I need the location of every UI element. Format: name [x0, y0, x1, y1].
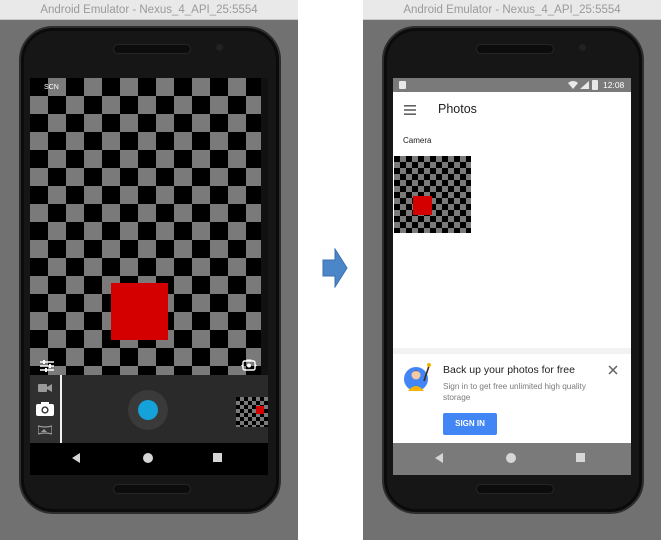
menu-hamburger-icon[interactable] — [404, 105, 416, 115]
scene-mode-label[interactable]: SCN — [44, 84, 59, 91]
backup-title: Back up your photos for free — [443, 364, 575, 376]
shutter-button[interactable] — [128, 390, 168, 430]
video-camera-icon[interactable] — [38, 383, 52, 393]
speaker-grille-bottom — [476, 484, 554, 494]
window-title: Android Emulator - Nexus_4_API_25:5554 — [0, 0, 298, 20]
camera-control-bar — [30, 375, 268, 443]
speaker-grille-bottom — [113, 484, 191, 494]
page-title: Photos — [438, 102, 477, 116]
home-icon[interactable] — [506, 453, 516, 463]
backup-description: Sign in to get free unlimited high quali… — [443, 382, 586, 402]
viewfinder-edge — [261, 78, 268, 375]
sd-card-icon — [399, 81, 406, 89]
status-time: 12:08 — [603, 80, 625, 90]
photo-red-square — [413, 196, 432, 215]
speaker-grille-top — [113, 44, 191, 54]
thumbnail-red-square — [256, 406, 264, 414]
phone-frame: 12:08 Photos Camera Back up your photos … — [382, 26, 644, 514]
camera-screen: SCN — [30, 78, 268, 475]
front-camera — [579, 44, 586, 51]
sign-in-button[interactable]: SIGN IN — [443, 413, 497, 435]
album-section-label: Camera — [403, 136, 432, 145]
photos-screen: 12:08 Photos Camera Back up your photos … — [393, 78, 631, 475]
app-bar: Photos — [393, 92, 631, 130]
wifi-icon — [568, 81, 578, 89]
panorama-icon[interactable] — [38, 425, 52, 435]
camera-viewfinder[interactable]: SCN — [30, 78, 268, 375]
last-photo-thumbnail[interactable] — [236, 397, 268, 427]
navigation-bar — [393, 443, 631, 475]
battery-icon — [592, 80, 598, 90]
settings-sliders-icon[interactable] — [40, 360, 54, 372]
switch-camera-icon[interactable] — [240, 358, 258, 372]
emulator-window-camera: Android Emulator - Nexus_4_API_25:5554 S… — [0, 0, 298, 540]
navigation-bar — [30, 443, 268, 475]
photo-grid-item[interactable] — [394, 156, 471, 233]
shutter-button-core — [138, 400, 158, 420]
backup-promo-card: Back up your photos for free Sign in to … — [393, 354, 631, 444]
cell-signal-icon — [580, 81, 589, 89]
recent-apps-icon[interactable] — [213, 453, 222, 462]
flow-arrow-icon — [322, 248, 348, 288]
close-icon[interactable] — [608, 365, 618, 375]
window-title: Android Emulator - Nexus_4_API_25:5554 — [363, 0, 661, 20]
back-icon[interactable] — [435, 453, 443, 463]
recent-apps-icon[interactable] — [576, 453, 585, 462]
phone-frame: SCN — [19, 26, 281, 514]
mode-selector — [30, 375, 62, 443]
status-bar: 12:08 — [393, 78, 631, 92]
front-camera — [216, 44, 223, 51]
photo-camera-icon[interactable] — [35, 401, 55, 417]
back-icon[interactable] — [72, 453, 80, 463]
home-icon[interactable] — [143, 453, 153, 463]
speaker-grille-top — [476, 44, 554, 54]
preview-red-square — [111, 283, 168, 340]
emulator-window-photos: Android Emulator - Nexus_4_API_25:5554 1… — [363, 0, 661, 540]
backup-person-illustration-icon — [404, 363, 431, 391]
